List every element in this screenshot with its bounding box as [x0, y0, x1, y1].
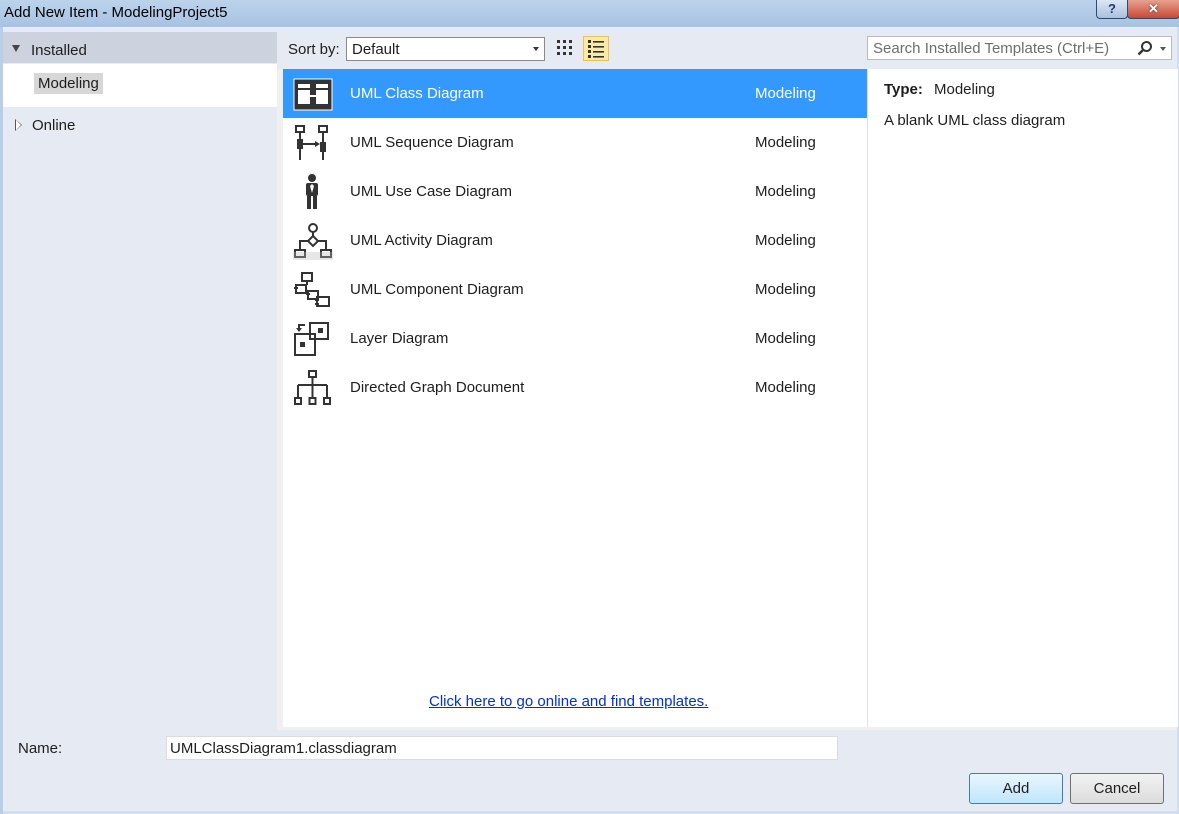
dialog-footer: Name: UMLClassDiagram1.classdiagram Add … [3, 730, 1177, 811]
template-name: UML Use Case Diagram [350, 183, 512, 200]
template-name: UML Sequence Diagram [350, 134, 514, 151]
template-name: Layer Diagram [350, 330, 449, 347]
uml-class-diagram-icon [293, 78, 333, 111]
name-label: Name: [18, 740, 63, 757]
sort-by-label: Sort by: [288, 41, 340, 58]
sort-by-value: Default [352, 41, 400, 58]
online-templates-link[interactable]: Click here to go online and find templat… [429, 693, 708, 710]
tree-item-installed[interactable]: Installed [3, 32, 277, 63]
window-title: Add New Item - ModelingProject5 [4, 4, 228, 21]
tree-item-installed-label: Installed [31, 42, 87, 59]
tree-item-modeling-label: Modeling [34, 73, 103, 94]
close-button[interactable]: ✕ [1127, 0, 1179, 19]
tree-item-modeling[interactable]: Modeling [3, 64, 277, 107]
template-row[interactable]: UML Component Diagram Modeling [283, 265, 867, 314]
uml-sequence-diagram-icon [295, 125, 328, 160]
uml-component-diagram-icon [294, 272, 330, 307]
template-category: Modeling [755, 379, 816, 396]
list-view-icon [588, 40, 604, 58]
search-options-arrow-icon[interactable] [1160, 47, 1166, 51]
uml-activity-diagram-icon [293, 223, 333, 260]
template-category: Modeling [755, 85, 816, 102]
template-row[interactable]: UML Activity Diagram Modeling [283, 216, 867, 265]
template-category: Modeling [755, 183, 816, 200]
uml-use-case-diagram-icon [306, 174, 318, 209]
template-list: UML Class Diagram Modeling UML Sequence … [283, 69, 867, 727]
layer-diagram-icon [294, 322, 329, 356]
template-description: A blank UML class diagram [884, 112, 1066, 129]
small-icons-view-icon[interactable] [556, 39, 574, 57]
dropdown-arrow-icon [533, 47, 539, 51]
template-category: Modeling [755, 330, 816, 347]
template-category: Modeling [755, 232, 816, 249]
sort-toolbar: Sort by: Default [277, 28, 867, 69]
details-view-button[interactable] [583, 36, 609, 61]
name-field-value: UMLClassDiagram1.classdiagram [170, 740, 397, 757]
search-icon[interactable] [1137, 40, 1153, 56]
tree-item-online[interactable]: Online [32, 117, 75, 134]
template-name: UML Class Diagram [350, 85, 484, 102]
template-category: Modeling [755, 281, 816, 298]
close-icon: ✕ [1148, 1, 1159, 16]
template-row[interactable]: Layer Diagram Modeling [283, 314, 867, 363]
directed-graph-icon [294, 370, 331, 405]
sort-by-dropdown[interactable]: Default [346, 37, 545, 61]
cancel-button[interactable]: Cancel [1070, 773, 1164, 804]
type-label: Type: [884, 81, 923, 98]
template-row[interactable]: Directed Graph Document Modeling [283, 363, 867, 412]
template-row[interactable]: UML Class Diagram Modeling [283, 69, 867, 118]
title-bar: Add New Item - ModelingProject5 ? ✕ [0, 0, 1179, 27]
search-area: Search Installed Templates (Ctrl+E) [867, 28, 1177, 69]
search-placeholder: Search Installed Templates (Ctrl+E) [873, 40, 1110, 57]
name-field[interactable]: UMLClassDiagram1.classdiagram [166, 736, 838, 760]
template-name: UML Activity Diagram [350, 232, 493, 249]
template-category-tree: Installed Modeling Online [3, 28, 277, 730]
collapse-arrow-icon[interactable] [12, 45, 20, 52]
type-value: Modeling [934, 81, 995, 98]
template-row[interactable]: UML Use Case Diagram Modeling [283, 167, 867, 216]
search-input[interactable]: Search Installed Templates (Ctrl+E) [867, 36, 1172, 60]
help-button[interactable]: ? [1096, 0, 1128, 19]
template-name: Directed Graph Document [350, 379, 525, 396]
expand-arrow-inner [16, 120, 21, 130]
template-name: UML Component Diagram [350, 281, 524, 298]
add-button[interactable]: Add [969, 773, 1063, 804]
template-details-pane: Type: Modeling A blank UML class diagram [867, 69, 1178, 727]
help-icon: ? [1108, 1, 1116, 16]
template-category: Modeling [755, 134, 816, 151]
template-row[interactable]: UML Sequence Diagram Modeling [283, 118, 867, 167]
